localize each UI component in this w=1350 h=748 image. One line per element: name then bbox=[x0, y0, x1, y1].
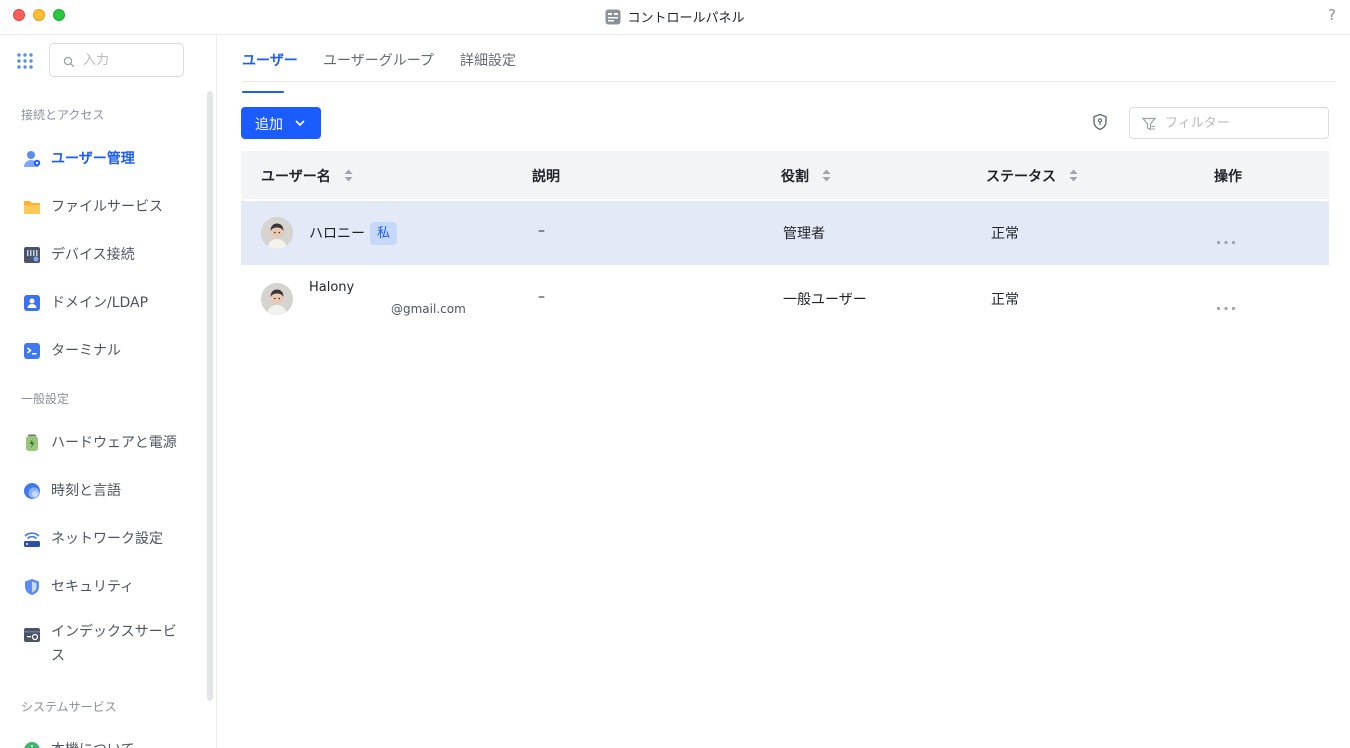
column-header-actions: 操作 bbox=[1214, 169, 1242, 185]
sort-icon[interactable] bbox=[344, 169, 353, 186]
role-cell: 管理者 bbox=[783, 226, 825, 242]
security-policy-icon[interactable] bbox=[1091, 113, 1111, 133]
description-cell: – bbox=[538, 223, 545, 239]
sidebar-item-security[interactable]: セキュリティ bbox=[0, 569, 205, 605]
username-cell: Halony bbox=[309, 280, 355, 295]
description-cell: – bbox=[538, 289, 545, 305]
tab-advanced-settings[interactable]: 詳細設定 bbox=[460, 50, 516, 70]
sidebar-item-about[interactable]: 本機について bbox=[0, 732, 205, 748]
sidebar-item-time-language[interactable]: 時刻と言語 bbox=[0, 473, 205, 509]
sidebar-item-label: ファイルサービス bbox=[51, 199, 163, 215]
network-icon bbox=[23, 530, 41, 548]
sidebar-item-label: インデックスサービス bbox=[51, 624, 177, 664]
sidebar-scrollbar[interactable] bbox=[207, 91, 213, 701]
column-header-username[interactable]: ユーザー名 bbox=[261, 166, 353, 186]
index-service-icon bbox=[23, 626, 41, 644]
sidebar: 接続とアクセス ユーザー管理 ファイルサービス デバイス接続 ドメイン/LDAP… bbox=[0, 35, 217, 748]
status-cell: 正常 bbox=[991, 226, 1019, 242]
search-icon bbox=[63, 53, 75, 72]
tab-label: ユーザーグループ bbox=[323, 53, 434, 69]
control-panel-icon bbox=[605, 9, 621, 29]
column-header-label: ステータス bbox=[986, 169, 1056, 185]
sidebar-item-device-connect[interactable]: デバイス接続 bbox=[0, 237, 205, 273]
sidebar-item-label: ユーザー管理 bbox=[51, 151, 135, 167]
sidebar-item-network[interactable]: ネットワーク設定 bbox=[0, 521, 205, 557]
sidebar-item-user-management[interactable]: ユーザー管理 bbox=[0, 141, 205, 177]
folder-icon bbox=[23, 198, 41, 216]
tab-user-groups[interactable]: ユーザーグループ bbox=[323, 50, 434, 70]
table-row[interactable]: ハロニー 私 – 管理者 正常 bbox=[241, 201, 1329, 265]
sidebar-item-terminal[interactable]: ターミナル bbox=[0, 333, 205, 369]
avatar bbox=[261, 217, 293, 249]
terminal-icon bbox=[23, 342, 41, 360]
filter-input[interactable] bbox=[1165, 114, 1315, 132]
sidebar-item-hardware-power[interactable]: ハードウェアと電源 bbox=[0, 425, 205, 461]
avatar bbox=[261, 283, 293, 315]
sidebar-item-domain-ldap[interactable]: ドメイン/LDAP bbox=[0, 285, 205, 321]
section-label-connect: 接続とアクセス bbox=[21, 108, 105, 122]
active-tab-indicator bbox=[242, 91, 284, 93]
sidebar-item-index-service[interactable]: インデックスサービス bbox=[0, 617, 205, 669]
globe-icon bbox=[23, 482, 41, 500]
column-header-status[interactable]: ステータス bbox=[986, 166, 1078, 186]
table-row[interactable]: Halony @gmail.com – 一般ユーザー 正常 bbox=[241, 267, 1329, 331]
tab-label: ユーザー bbox=[242, 53, 298, 69]
more-actions-icon[interactable] bbox=[1216, 296, 1236, 315]
email-cell: @gmail.com bbox=[391, 302, 466, 316]
column-header-description: 説明 bbox=[532, 169, 560, 185]
title-bar: コントロールパネル ? bbox=[0, 0, 1350, 35]
user-manage-icon bbox=[23, 150, 41, 168]
me-badge: 私 bbox=[370, 222, 398, 245]
main-content: ユーザー ユーザーグループ 詳細設定 追加 ユーザー名 説明 bbox=[218, 35, 1350, 748]
column-header-role[interactable]: 役割 bbox=[781, 166, 831, 186]
app-grid-icon[interactable] bbox=[17, 53, 33, 73]
tab-bar: ユーザー ユーザーグループ 詳細設定 bbox=[242, 35, 1335, 93]
username-cell: ハロニー bbox=[309, 226, 365, 242]
tab-users[interactable]: ユーザー bbox=[242, 50, 298, 93]
window-title: コントロールパネル bbox=[627, 11, 745, 26]
sidebar-item-file-service[interactable]: ファイルサービス bbox=[0, 189, 205, 225]
sidebar-item-label: デバイス接続 bbox=[51, 247, 135, 263]
hardware-power-icon bbox=[23, 434, 41, 452]
more-actions-icon[interactable] bbox=[1216, 230, 1236, 249]
sort-icon[interactable] bbox=[822, 169, 831, 186]
column-header-label: 役割 bbox=[781, 169, 809, 185]
section-label-general: 一般設定 bbox=[21, 392, 70, 406]
role-cell: 一般ユーザー bbox=[783, 292, 867, 308]
table-header: ユーザー名 説明 役割 ステータス 操作 bbox=[241, 151, 1329, 199]
add-button[interactable]: 追加 bbox=[241, 107, 321, 139]
info-icon bbox=[23, 741, 41, 748]
sidebar-item-label: ドメイン/LDAP bbox=[51, 295, 149, 311]
device-connect-icon bbox=[23, 246, 41, 264]
sidebar-search bbox=[49, 43, 184, 77]
sort-icon[interactable] bbox=[1069, 169, 1078, 186]
sidebar-item-label: ネットワーク設定 bbox=[51, 531, 163, 547]
chevron-down-icon bbox=[294, 117, 306, 133]
domain-ldap-icon bbox=[23, 294, 41, 312]
help-button[interactable]: ? bbox=[1328, 6, 1336, 24]
filter-box bbox=[1129, 107, 1329, 139]
search-input[interactable] bbox=[83, 51, 178, 69]
sidebar-item-label: セキュリティ bbox=[51, 579, 135, 595]
column-header-label: ユーザー名 bbox=[261, 169, 331, 185]
security-shield-icon bbox=[23, 578, 41, 596]
sidebar-item-label: ハードウェアと電源 bbox=[51, 435, 177, 451]
filter-icon bbox=[1141, 116, 1157, 135]
sidebar-item-label: ターミナル bbox=[51, 343, 121, 359]
sidebar-item-label: 時刻と言語 bbox=[51, 483, 121, 499]
add-button-label: 追加 bbox=[255, 117, 283, 133]
section-label-system: システムサービス bbox=[21, 700, 117, 714]
window-title-area: コントロールパネル bbox=[0, 7, 1350, 29]
tab-label: 詳細設定 bbox=[460, 53, 516, 69]
sidebar-item-label: 本機について bbox=[51, 740, 135, 748]
status-cell: 正常 bbox=[991, 292, 1019, 308]
